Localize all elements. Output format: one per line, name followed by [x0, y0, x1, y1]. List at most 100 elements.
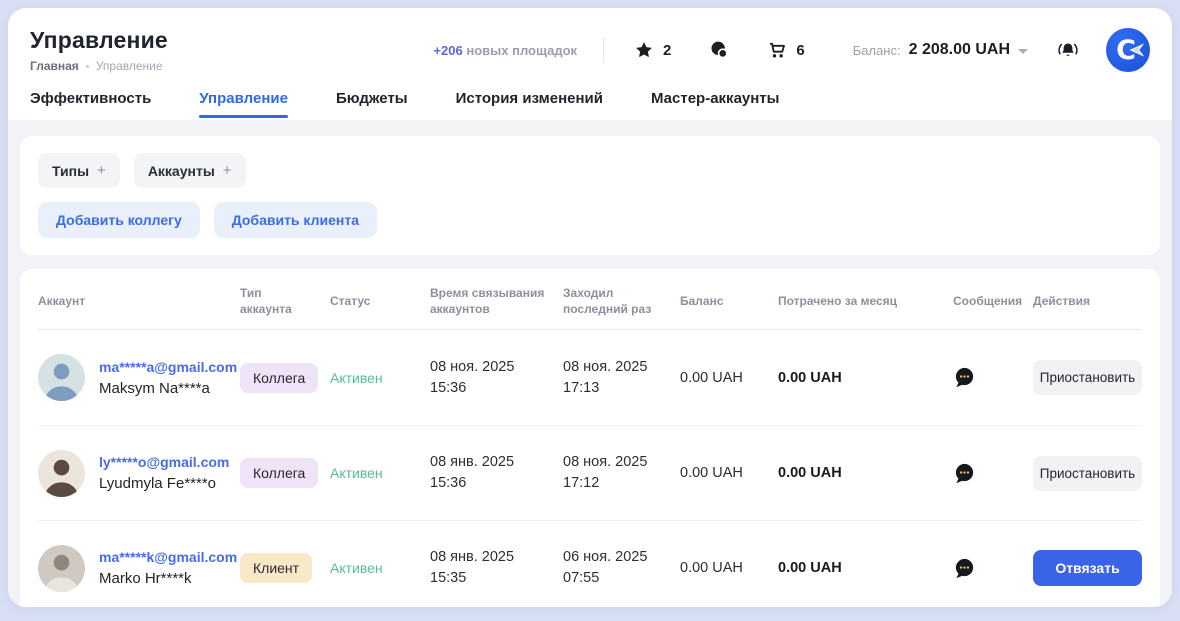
cart-count: 6	[796, 42, 804, 59]
balance-cell: 0.00 UAH	[680, 370, 778, 386]
cloud-icon	[709, 40, 729, 60]
add-colleague-button[interactable]: Добавить коллегу	[38, 202, 200, 238]
cloud-status[interactable]	[709, 40, 729, 60]
status-badge: Активен	[330, 370, 430, 386]
avatar-photo	[38, 354, 85, 401]
last-visit-cell: 06 ноя. 2025 07:55	[563, 547, 680, 589]
add-client-button[interactable]: Добавить клиента	[214, 202, 377, 238]
tab-effectiveness[interactable]: Эффективность	[30, 90, 151, 120]
link-time: 15:36	[430, 473, 563, 494]
account-email-link[interactable]: ma*****a@gmail.com	[99, 359, 237, 375]
tab-bar: Эффективность Управление Бюджеты История…	[8, 78, 1172, 120]
messages-button[interactable]	[953, 366, 976, 389]
account-identity: ly*****o@gmail.com Lyudmyla Fe****o	[99, 454, 229, 492]
link-time: 15:36	[430, 378, 563, 399]
messages-button[interactable]	[953, 462, 976, 485]
new-sites-counter[interactable]: +206 новых площадок	[433, 43, 577, 58]
favorites-count: 2	[663, 42, 671, 59]
spent-cell: 0.00 UAH	[778, 465, 953, 481]
filter-chip-accounts[interactable]: Аккаунты +	[134, 153, 246, 188]
page-header: Управление Главная Управление +206 новых…	[8, 8, 1172, 78]
avatar	[38, 450, 85, 497]
status-badge: Активен	[330, 465, 430, 481]
spent-cell: 0.00 UAH	[778, 560, 953, 576]
account-name: Maksym Na****a	[99, 380, 237, 397]
account-identity: ma*****a@gmail.com Maksym Na****a	[99, 359, 237, 397]
bell-icon	[1056, 38, 1080, 62]
col-balance: Баланс	[680, 293, 778, 309]
cart-icon	[767, 40, 787, 60]
col-spent: Потрачено за месяц	[778, 293, 953, 309]
col-account: Аккаунт	[38, 293, 240, 309]
filter-chip-accounts-label: Аккаунты	[148, 163, 215, 179]
star-icon	[634, 40, 654, 60]
status-badge: Активен	[330, 560, 430, 576]
new-sites-label: новых площадок	[466, 43, 577, 58]
avatar	[38, 545, 85, 592]
tab-change-history[interactable]: История изменений	[456, 90, 603, 120]
table-row: ma*****k@gmail.com Marko Hr****k Клиент …	[38, 520, 1142, 607]
last-visit-time: 17:13	[563, 378, 680, 399]
account-type-badge: Клиент	[240, 553, 312, 583]
last-visit-date: 08 ноя. 2025	[563, 452, 680, 473]
last-visit-time: 07:55	[563, 568, 680, 589]
page-title: Управление	[30, 27, 168, 54]
account-type-badge: Коллега	[240, 363, 318, 393]
last-visit-cell: 08 ноя. 2025 17:12	[563, 452, 680, 494]
col-actions: Действия	[1033, 293, 1142, 309]
balance-cell: 0.00 UAH	[680, 465, 778, 481]
content-area: Типы + Аккаунты + Добавить коллегу Добав…	[8, 120, 1172, 607]
chat-bubble-icon	[953, 557, 976, 580]
link-time-cell: 08 янв. 2025 15:35	[430, 547, 563, 589]
col-status: Статус	[330, 293, 430, 309]
link-time-cell: 08 янв. 2025 15:36	[430, 452, 563, 494]
new-sites-count: +206	[433, 43, 462, 58]
plus-icon: +	[223, 162, 232, 179]
balance-value: 2 208.00 UAH	[909, 41, 1010, 59]
account-identity: ma*****k@gmail.com Marko Hr****k	[99, 549, 237, 587]
favorites-counter[interactable]: 2	[634, 40, 671, 60]
app-window: Управление Главная Управление +206 новых…	[8, 8, 1172, 607]
breadcrumb-separator	[86, 65, 89, 68]
spent-cell: 0.00 UAH	[778, 370, 953, 386]
tab-master-accounts[interactable]: Мастер-аккаунты	[651, 90, 779, 120]
table-row: ma*****a@gmail.com Maksym Na****a Коллег…	[38, 330, 1142, 425]
avatar-photo	[38, 545, 85, 592]
account-cell: ly*****o@gmail.com Lyudmyla Fe****o	[38, 450, 240, 497]
last-visit-date: 08 ноя. 2025	[563, 357, 680, 378]
pause-button[interactable]: Приостановить	[1033, 456, 1142, 491]
add-buttons-row: Добавить коллегу Добавить клиента	[38, 202, 1142, 238]
col-account-type: Тип аккаунта	[240, 285, 330, 317]
tab-budgets[interactable]: Бюджеты	[336, 90, 408, 120]
account-email-link[interactable]: ly*****o@gmail.com	[99, 454, 229, 470]
account-type-badge: Коллега	[240, 458, 318, 488]
filter-chip-types[interactable]: Типы +	[38, 153, 120, 188]
account-name: Lyudmyla Fe****o	[99, 475, 229, 492]
pause-button[interactable]: Приостановить	[1033, 360, 1142, 395]
notifications-button[interactable]	[1056, 38, 1080, 62]
unlink-button[interactable]: Отвязать	[1033, 550, 1142, 586]
link-date: 08 ноя. 2025	[430, 357, 563, 378]
col-link-time: Время связывания аккаунтов	[430, 285, 563, 317]
balance-dropdown[interactable]: Баланс: 2 208.00 UAH	[853, 41, 1028, 59]
messages-button[interactable]	[953, 557, 976, 580]
filters-card: Типы + Аккаунты + Добавить коллегу Добав…	[20, 136, 1160, 255]
accounts-table-card: Аккаунт Тип аккаунта Статус Время связыв…	[20, 269, 1160, 607]
account-email-link[interactable]: ma*****k@gmail.com	[99, 549, 237, 565]
col-messages: Сообщения	[953, 293, 1033, 309]
paper-plane-icon	[1128, 42, 1144, 58]
tab-management[interactable]: Управление	[199, 90, 288, 120]
avatar-photo	[38, 450, 85, 497]
account-logo[interactable]: C	[1106, 28, 1150, 72]
link-time-cell: 08 ноя. 2025 15:36	[430, 357, 563, 399]
chat-bubble-icon	[953, 462, 976, 485]
header-divider	[603, 37, 604, 63]
avatar	[38, 354, 85, 401]
breadcrumb: Главная Управление	[30, 59, 168, 73]
breadcrumb-home[interactable]: Главная	[30, 59, 79, 73]
chat-bubble-icon	[953, 366, 976, 389]
chevron-down-icon	[1018, 49, 1028, 54]
filter-chips: Типы + Аккаунты +	[38, 153, 1142, 188]
table-row: ly*****o@gmail.com Lyudmyla Fe****o Колл…	[38, 425, 1142, 520]
cart-counter[interactable]: 6	[767, 40, 804, 60]
